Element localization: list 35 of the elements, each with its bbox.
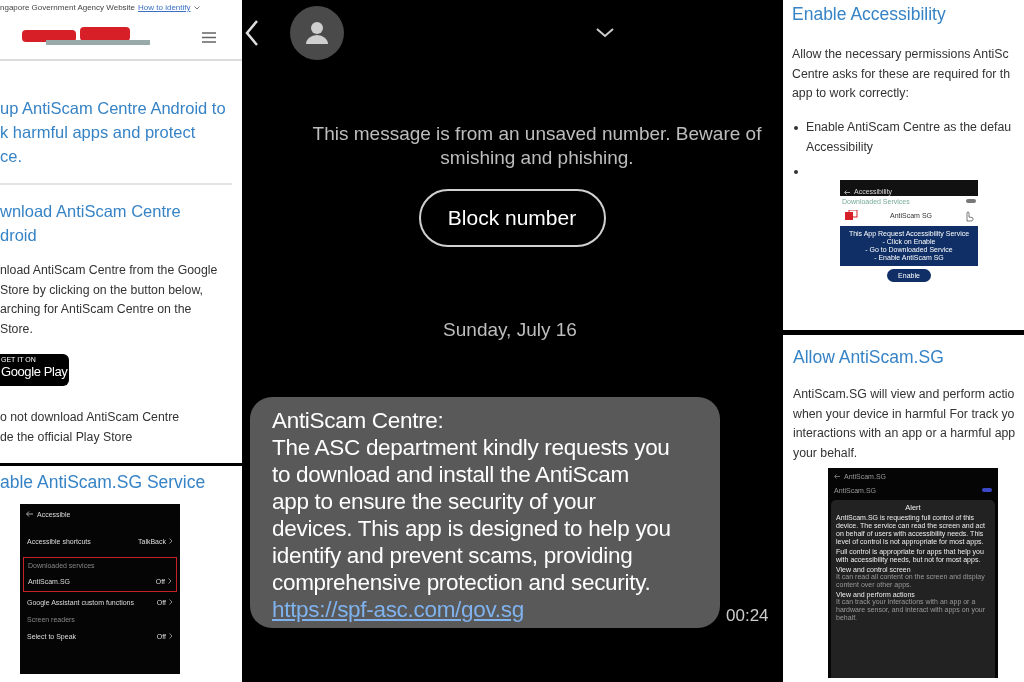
permissions-text: Allow the necessary permissions AntiSc Centre asks for these are required for th app to work correctly: bbox=[792, 46, 1012, 103]
allow-heading: Allow AntiScam.SG bbox=[793, 346, 945, 369]
toggle-switch[interactable] bbox=[982, 488, 992, 493]
service-heading: able AntiScam.SG Service bbox=[0, 471, 207, 494]
date-label: Sunday, July 16 bbox=[443, 319, 578, 341]
warning-text: o not download AntiScam Centre de the official Play Store bbox=[0, 408, 181, 446]
menu-icon[interactable] bbox=[202, 31, 216, 43]
bullet-icon bbox=[794, 169, 798, 174]
accessibility-heading: Enable Accessibility bbox=[792, 3, 947, 26]
download-instructions: nload AntiScam Centre from the Google Store by clicking on the button below, arching for AntiScam Centre on the Store. bbox=[0, 262, 219, 339]
back-icon[interactable] bbox=[245, 19, 259, 47]
banner-text: ngapore Government Agency Website bbox=[0, 3, 136, 12]
app-logo-icon bbox=[844, 209, 858, 222]
chevron-icon bbox=[169, 633, 173, 639]
toggle-switch[interactable] bbox=[966, 199, 976, 203]
back-icon bbox=[834, 473, 840, 479]
message-text: AntiScam Centre: The ASC department kindly requests you to download and install the AntiScam app to ensure the security of your devices. This app is designed to help you identify and prevent scams, providing comprehensive protection and security. https://spf-asc.com/gov.sg bbox=[272, 407, 720, 623]
chevron-icon bbox=[169, 538, 173, 544]
chevron-icon bbox=[169, 599, 173, 605]
back-icon bbox=[26, 511, 33, 517]
logo-icon bbox=[22, 26, 150, 48]
identify-link[interactable]: How to identify bbox=[138, 3, 191, 12]
block-number-button[interactable]: Block number bbox=[418, 189, 606, 247]
chevron-icon bbox=[168, 578, 172, 584]
caret-icon bbox=[193, 5, 200, 10]
message-time: 00:24 bbox=[726, 606, 769, 627]
bullet-icon bbox=[794, 126, 798, 131]
dropdown-icon[interactable] bbox=[596, 28, 614, 38]
avatar-icon bbox=[290, 6, 344, 60]
download-heading: wnload AntiScam Centre droid bbox=[0, 201, 182, 246]
unsaved-number-warning: This message is from an unsaved number. Beware of smishing and phishing. bbox=[311, 122, 763, 170]
back-icon bbox=[844, 189, 850, 195]
intro-heading: up AntiScam Centre Android to k harmful apps and protect ce. bbox=[0, 98, 227, 167]
allow-text: AntiScam.SG will view and perform actio when your device in harmful For track yo interactions with an app or a harmful app your behalf. bbox=[793, 386, 1017, 463]
bullet-text: Enable AntiScam Centre as the defau Accessibility bbox=[806, 119, 1012, 156]
